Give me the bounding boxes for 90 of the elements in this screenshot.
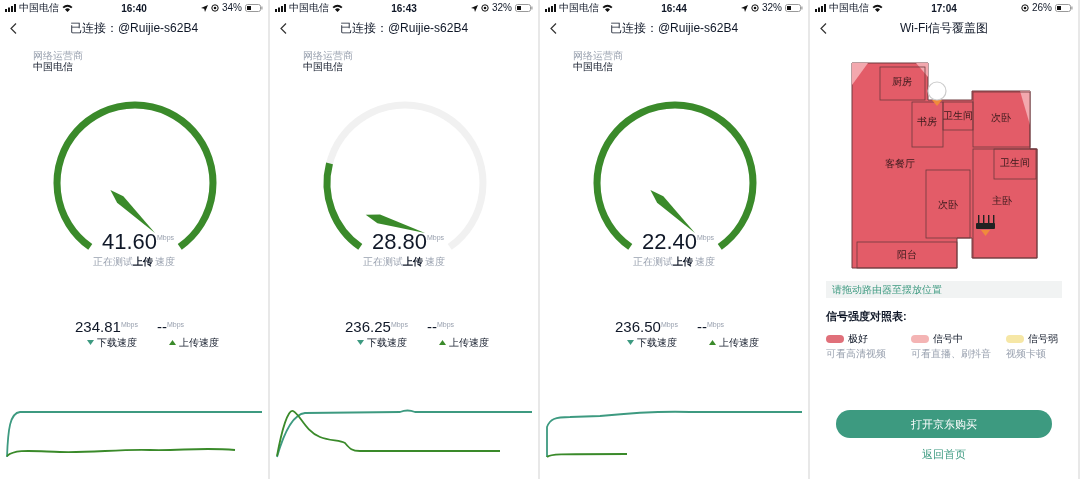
room-label: 卫生间 (1000, 157, 1030, 168)
speed-value: 22.40 (641, 229, 697, 255)
isp-label: 网络运营商 (33, 50, 84, 61)
battery-icon (245, 4, 263, 12)
stat-label: 上传速度 (179, 336, 219, 349)
test-status-text: 正在测试上传 速度 (91, 256, 177, 268)
legend-note: 可看直播、刷抖音 (911, 347, 992, 360)
room-label: 主卧 (992, 195, 1012, 206)
gauge-needle (365, 214, 425, 233)
gauge-needle (650, 189, 695, 233)
wifi-icon (62, 4, 73, 12)
legend-title: 信号强度对照表: (825, 309, 908, 324)
gauge-needle (110, 189, 155, 233)
room-label: 阳台 (897, 249, 917, 260)
orientation-lock-icon (211, 4, 219, 12)
stat-value: 236.50 (615, 318, 661, 336)
room-label: 客餐厅 (885, 158, 915, 169)
stat-label: 上传速度 (449, 336, 489, 349)
clock-time: 17:04 (930, 1, 958, 16)
buy-button[interactable]: 打开京东购买 (836, 410, 1052, 438)
room-label: 厨房 (892, 76, 912, 87)
clock-time: 16:40 (120, 1, 148, 16)
legend-label: 信号弱 (1028, 332, 1058, 345)
up-triangle-icon (709, 340, 716, 345)
page-title: 已连接：@Ruijie-s62B4 (338, 20, 470, 37)
down-triangle-icon (357, 340, 364, 345)
location-pin-icon[interactable] (927, 81, 947, 106)
legend-label: 信号中 (933, 332, 963, 345)
battery-percent: 26% (1032, 2, 1052, 14)
wifi-icon (332, 4, 343, 12)
hint-text: 请拖动路由器至摆放位置 (826, 281, 1062, 298)
stat-label: 下载速度 (97, 336, 137, 349)
carrier-name: 中国电信 (289, 2, 329, 14)
room-label: 卫生间 (943, 110, 973, 121)
router-icon[interactable] (976, 215, 995, 236)
orientation-lock-icon (1021, 4, 1029, 12)
room-label: 书房 (917, 116, 937, 127)
wifi-icon (602, 4, 613, 12)
stat-value: -- (697, 318, 707, 336)
signal-icon (5, 4, 16, 12)
battery-icon (785, 4, 803, 12)
legend-note: 视频卡顿 (1006, 347, 1047, 360)
test-status-text: 正在测试上传 速度 (361, 256, 447, 268)
orientation-lock-icon (481, 4, 489, 12)
legend-note: 可看高清视频 (826, 347, 887, 360)
up-triangle-icon (439, 340, 446, 345)
home-link[interactable]: 返回首页 (922, 446, 966, 463)
isp-label: 网络运营商 (303, 50, 354, 61)
isp-label: 网络运营商 (573, 50, 624, 61)
down-triangle-icon (87, 340, 94, 345)
battery-icon (1055, 4, 1073, 12)
clock-time: 16:44 (660, 1, 688, 16)
back-icon[interactable] (550, 22, 557, 34)
speed-value: 41.60 (101, 229, 157, 255)
battery-percent: 32% (492, 2, 512, 14)
stat-label: 下载速度 (637, 336, 677, 349)
battery-percent: 34% (222, 2, 242, 14)
stat-label: 下载速度 (367, 336, 407, 349)
battery-percent: 32% (762, 2, 782, 14)
carrier-name: 中国电信 (559, 2, 599, 14)
clock-time: 16:43 (390, 1, 418, 16)
isp-name: 中国电信 (573, 61, 613, 72)
stat-value: 236.25 (345, 318, 391, 336)
up-triangle-icon (169, 340, 176, 345)
back-icon[interactable] (280, 22, 287, 34)
orientation-lock-icon (751, 4, 759, 12)
room-label: 次卧 (991, 112, 1011, 123)
back-icon[interactable] (820, 22, 827, 34)
down-triangle-icon (627, 340, 634, 345)
isp-name: 中国电信 (303, 61, 343, 72)
battery-icon (515, 4, 533, 12)
page-title: Wi-Fi信号覆盖图 (899, 20, 989, 37)
back-icon[interactable] (10, 22, 17, 34)
page-title: 已连接：@Ruijie-s62B4 (608, 20, 740, 37)
stat-value: -- (157, 318, 167, 336)
signal-icon (815, 4, 826, 12)
signal-icon (275, 4, 286, 12)
page-title: 已连接：@Ruijie-s62B4 (68, 20, 200, 37)
room-label: 次卧 (938, 199, 958, 210)
stat-value: -- (427, 318, 437, 336)
legend-label: 极好 (848, 332, 868, 345)
carrier-name: 中国电信 (19, 2, 59, 14)
stat-label: 上传速度 (719, 336, 759, 349)
speed-value: 28.80 (371, 229, 427, 255)
stat-value: 234.81 (75, 318, 121, 336)
carrier-name: 中国电信 (829, 2, 869, 14)
wifi-icon (872, 4, 883, 12)
signal-icon (545, 4, 556, 12)
test-status-text: 正在测试上传 速度 (631, 256, 717, 268)
isp-name: 中国电信 (33, 61, 73, 72)
